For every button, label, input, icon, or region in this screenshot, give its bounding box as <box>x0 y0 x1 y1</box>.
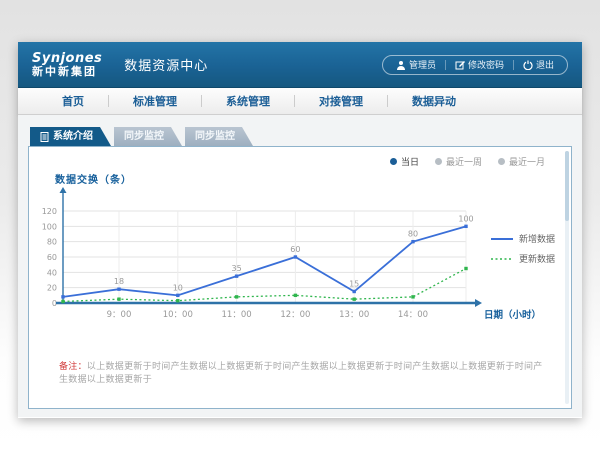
panel-scrollbar[interactable] <box>565 151 569 404</box>
filter-label: 最近一周 <box>446 155 482 168</box>
y-axis-title: 数据交换（条） <box>55 171 132 186</box>
radio-dot-icon <box>390 158 397 165</box>
svg-text:100: 100 <box>42 222 57 231</box>
change-password-button[interactable]: 修改密码 <box>446 58 513 71</box>
svg-text:100: 100 <box>458 214 473 223</box>
document-icon <box>40 132 49 142</box>
svg-text:12：00: 12：00 <box>280 310 310 320</box>
filter-today[interactable]: 当日 <box>390 155 419 168</box>
svg-text:60: 60 <box>47 253 57 262</box>
line-chart: 0204060801001209：0010：0011：0012：0013：001… <box>29 187 571 347</box>
svg-text:10：00: 10：00 <box>163 310 193 320</box>
footnote-text: 以上数据更新于时间产生数据以上数据更新于时间产生数据以上数据更新于时间产生数据以… <box>59 362 543 385</box>
logo-cn-text: 新中新集团 <box>32 66 102 78</box>
svg-text:80: 80 <box>47 238 57 247</box>
svg-text:15: 15 <box>349 280 359 289</box>
filter-last-month[interactable]: 最近一月 <box>498 155 545 168</box>
edit-icon <box>455 60 465 70</box>
svg-text:80: 80 <box>408 230 418 239</box>
svg-text:9：00: 9：00 <box>107 310 132 320</box>
nav-item-data-change[interactable]: 数据异动 <box>388 93 480 109</box>
svg-text:120: 120 <box>42 207 57 216</box>
svg-text:18: 18 <box>114 277 124 286</box>
footnote: 备注：以上数据更新于时间产生数据以上数据更新于时间产生数据以上数据更新于时间产生… <box>59 359 551 385</box>
current-user-button[interactable]: 管理员 <box>387 58 445 71</box>
svg-text:20: 20 <box>47 284 57 293</box>
filter-last-week[interactable]: 最近一周 <box>435 155 482 168</box>
svg-text:60: 60 <box>290 245 300 254</box>
radio-dot-icon <box>435 158 442 165</box>
radio-dot-icon <box>498 158 505 165</box>
current-user-label: 管理员 <box>409 58 436 71</box>
page-title: 数据资源中心 <box>124 55 208 74</box>
app-header: Synjones 新中新集团 数据资源中心 管理员 修改密码 退出 <box>18 42 582 88</box>
logo-brand-text: Synjones <box>32 52 102 66</box>
range-filter-group: 当日 最近一周 最近一月 <box>390 155 545 168</box>
filter-label: 最近一月 <box>509 155 545 168</box>
chart-panel: 当日 最近一周 最近一月 数据交换（条） 0204060801001209：00… <box>28 146 572 409</box>
main-nav: 首页 标准管理 系统管理 对接管理 数据异动 <box>18 88 582 115</box>
nav-item-home[interactable]: 首页 <box>38 93 108 109</box>
tab-label: 系统介绍 <box>53 127 93 146</box>
logout-label: 退出 <box>536 58 554 71</box>
nav-item-interface-mgmt[interactable]: 对接管理 <box>295 93 387 109</box>
tab-bar: 系统介绍 同步监控 同步监控 <box>30 127 253 146</box>
svg-text:11：00: 11：00 <box>222 310 252 320</box>
svg-text:35: 35 <box>232 264 242 273</box>
svg-text:更新数据: 更新数据 <box>519 253 555 265</box>
tab-system-intro[interactable]: 系统介绍 <box>30 127 111 146</box>
user-icon <box>396 60 406 70</box>
power-icon <box>523 60 533 70</box>
svg-text:14：00: 14：00 <box>398 310 428 320</box>
tab-sync-monitor-2[interactable]: 同步监控 <box>185 127 253 146</box>
app-window: Synjones 新中新集团 数据资源中心 管理员 修改密码 退出 首页 标准管… <box>18 42 582 418</box>
logout-button[interactable]: 退出 <box>514 58 563 71</box>
svg-text:40: 40 <box>47 268 57 277</box>
tab-label: 同步监控 <box>124 127 164 146</box>
svg-text:10: 10 <box>173 283 183 292</box>
tab-label: 同步监控 <box>195 127 235 146</box>
user-toolbar: 管理员 修改密码 退出 <box>382 55 568 75</box>
content-area: 系统介绍 同步监控 同步监控 当日 最近一周 <box>18 115 582 417</box>
change-password-label: 修改密码 <box>468 58 504 71</box>
svg-text:日期（小时）: 日期（小时） <box>484 309 541 321</box>
nav-item-system-mgmt[interactable]: 系统管理 <box>202 93 294 109</box>
svg-text:新增数据: 新增数据 <box>519 233 555 245</box>
tab-sync-monitor-1[interactable]: 同步监控 <box>114 127 182 146</box>
nav-item-standard-mgmt[interactable]: 标准管理 <box>109 93 201 109</box>
footnote-prefix: 备注： <box>59 362 87 372</box>
company-logo: Synjones 新中新集团 <box>32 52 102 77</box>
svg-text:13：00: 13：00 <box>339 310 369 320</box>
scrollbar-thumb[interactable] <box>565 151 569 221</box>
filter-label: 当日 <box>401 155 419 168</box>
